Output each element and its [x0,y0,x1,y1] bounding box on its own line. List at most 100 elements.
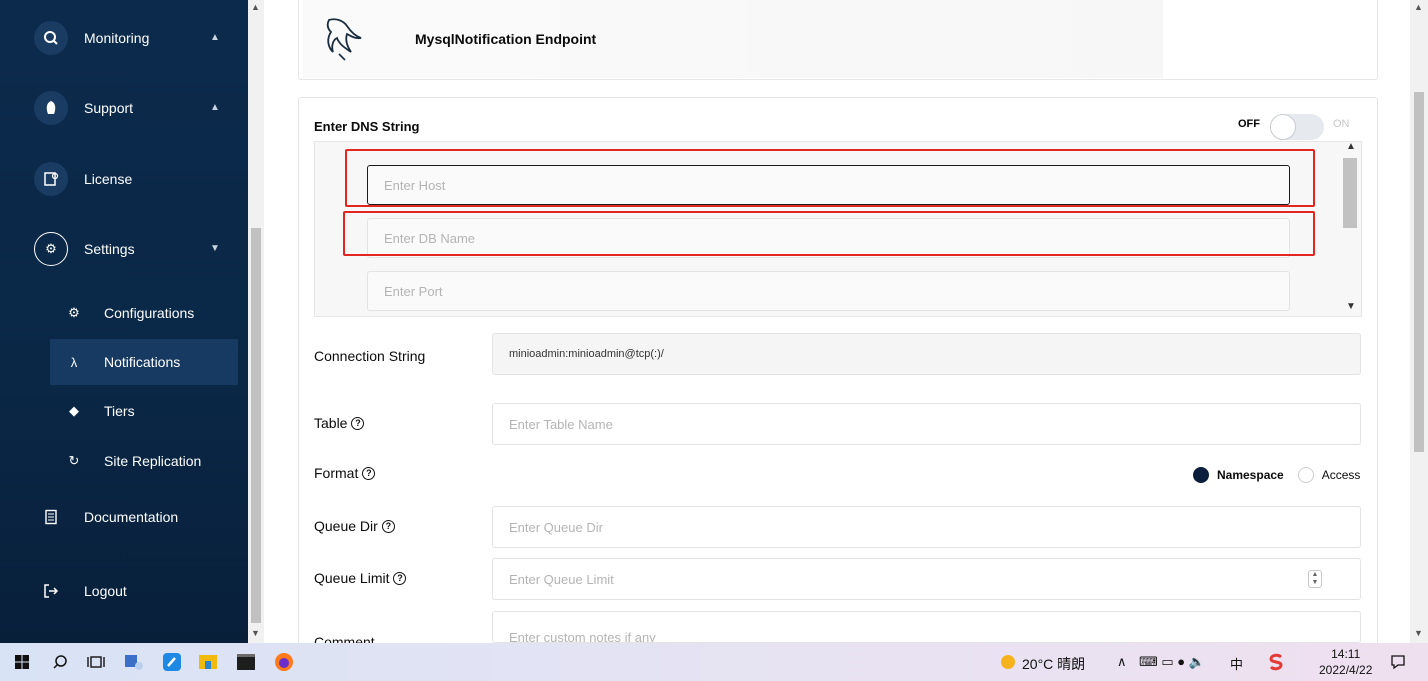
sidebar-item-label: Logout [84,583,127,599]
dns-string-label: Enter DNS String [314,119,420,134]
radio-namespace-label[interactable]: Namespace [1217,468,1284,482]
toggle-on-label: ON [1333,118,1350,130]
highlight-box-host [345,149,1315,207]
scroll-down-icon[interactable]: ▼ [1346,301,1356,312]
queue-limit-input[interactable]: Enter Queue Limit ▲ ▼ [492,558,1361,600]
document-icon [34,500,68,534]
app-blue-icon[interactable] [162,652,182,672]
format-label-text: Format [314,465,359,481]
sidebar-item-documentation[interactable]: Documentation [34,497,178,537]
clock-time: 14:11 [1331,647,1361,661]
task-view-icon[interactable] [86,652,106,672]
sidebar-item-notifications[interactable]: λ Notifications [50,339,238,385]
scroll-up-icon[interactable]: ▲ [251,2,260,12]
chevron-up-icon[interactable]: ▲ [210,32,220,43]
sidebar-item-label: Monitoring [84,30,150,46]
queue-limit-label: Queue Limit ? [314,570,407,586]
weather-sun-icon[interactable] [998,652,1018,672]
help-icon[interactable]: ? [351,416,365,430]
format-radio-group: Namespace Access [1193,467,1360,483]
sidebar-item-site-replication[interactable]: ↻ Site Replication [50,438,238,484]
sidebar-scrollbar[interactable]: ▲ ▼ [248,0,264,643]
radio-access-label[interactable]: Access [1322,468,1361,482]
ime-icon[interactable]: 中 [1230,654,1243,673]
tray-icons[interactable]: ⌨ ▭ ● 🔈 [1139,654,1205,670]
gear-icon: ⚙ [34,232,68,266]
chevron-up-icon[interactable]: ▲ [210,102,220,113]
sidebar-item-label: Configurations [104,305,195,321]
queue-limit-placeholder: Enter Queue Limit [509,571,614,587]
sidebar-item-label: Support [84,100,134,116]
logout-icon [34,574,68,608]
sidebar-item-configurations[interactable]: ⚙ Configurations [50,290,238,336]
windows-start-icon[interactable] [12,652,32,672]
app-icon[interactable] [124,652,144,672]
firefox-icon[interactable] [274,652,294,672]
sidebar-item-label: Documentation [84,509,179,525]
mysql-dolphin-icon [326,18,362,61]
queue-dir-label-text: Queue Dir [314,518,378,534]
number-stepper-icon[interactable]: ▲ ▼ [1308,570,1322,588]
sidebar-item-settings[interactable]: ⚙ Settings [34,229,135,269]
scroll-down-icon[interactable]: ▼ [1414,628,1423,638]
sidebar-item-label: License [84,171,133,187]
sidebar: Monitoring ▲ Support ▲ License ⚙ Setting… [0,0,248,643]
queue-limit-label-text: Queue Limit [314,570,390,586]
connection-string-label: Connection String [314,348,425,364]
sidebar-item-support[interactable]: Support [34,88,133,128]
sidebar-item-license[interactable]: License [34,159,132,199]
comment-input[interactable]: Enter custom notes if any [492,611,1361,643]
scroll-up-icon[interactable]: ▲ [1414,2,1423,12]
chevron-down-icon[interactable]: ▼ [210,243,220,254]
sidebar-item-monitoring[interactable]: Monitoring [34,18,149,58]
scrollbar-thumb[interactable] [1343,158,1357,228]
table-label: Table ? [314,415,365,431]
support-icon [34,91,68,125]
weather-text[interactable]: 20°C 晴朗 [1022,654,1085,674]
toggle-off-label: OFF [1238,118,1260,130]
mysql-logo [303,0,383,78]
dns-panel-scrollbar[interactable]: ▲ ▼ [1342,141,1360,315]
table-label-text: Table [314,415,348,431]
format-label: Format ? [314,465,376,481]
help-icon[interactable]: ? [362,466,376,480]
radio-namespace[interactable] [1193,467,1209,483]
help-icon[interactable]: ? [393,571,407,585]
sidebar-item-tiers[interactable]: ◆ Tiers [50,388,238,434]
scroll-down-icon[interactable]: ▼ [251,628,260,638]
system-clock[interactable]: 14:11 2022/4/22 [1319,646,1372,678]
search-chart-icon [34,21,68,55]
layers-icon: ◆ [69,403,79,418]
tray-expand-icon[interactable]: ∧ [1117,654,1127,670]
scroll-up-icon[interactable]: ▲ [1346,141,1356,152]
page-title: MysqlNotification Endpoint [415,31,597,47]
comment-label: Comment [314,634,375,643]
dns-string-toggle[interactable] [1270,114,1324,140]
license-icon [34,162,68,196]
queue-dir-label: Queue Dir ? [314,518,395,534]
sidebar-item-label: Tiers [104,403,135,419]
terminal-icon[interactable] [236,652,256,672]
tray-app-s-icon[interactable] [1266,652,1286,672]
scrollbar-thumb[interactable] [251,228,261,623]
highlight-box-db-name [343,211,1315,256]
sidebar-item-logout[interactable]: Logout [34,571,127,611]
scrollbar-thumb[interactable] [1414,92,1424,452]
toggle-knob[interactable] [1270,114,1296,140]
connection-string-value: minioadmin:minioadmin@tcp(:)/ [492,333,1361,375]
radio-access[interactable] [1297,467,1314,483]
sidebar-item-label: Notifications [104,354,181,370]
clock-date: 2022/4/22 [1319,663,1373,677]
file-explorer-icon[interactable] [198,652,218,672]
help-icon[interactable]: ? [381,519,395,533]
search-icon[interactable] [50,652,70,672]
page-scrollbar[interactable]: ▲ ▼ [1410,0,1428,643]
queue-dir-input[interactable]: Enter Queue Dir [492,506,1361,548]
notification-icon[interactable] [1388,652,1408,672]
sync-icon: ↻ [68,453,80,468]
table-input[interactable]: Enter Table Name [492,403,1361,445]
windows-taskbar: 20°C 晴朗 ∧ ⌨ ▭ ● 🔈 中 14:11 2022/4/22 [0,643,1428,681]
port-input[interactable]: Enter Port [367,271,1290,311]
sidebar-item-label: Settings [84,241,135,257]
lambda-icon: λ [70,354,78,370]
